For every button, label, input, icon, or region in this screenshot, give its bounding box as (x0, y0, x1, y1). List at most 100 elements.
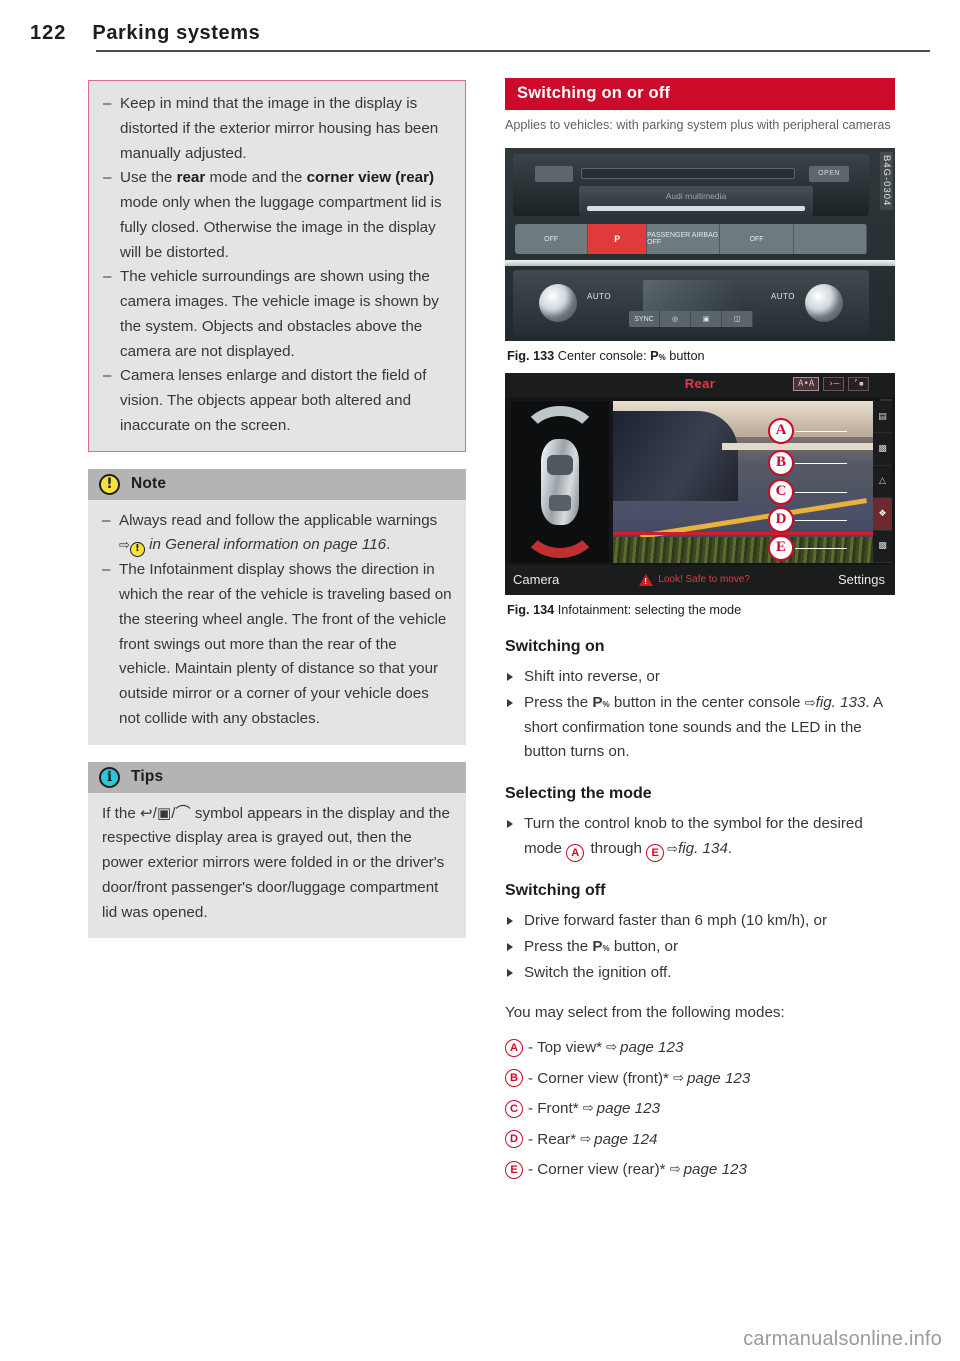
mode-icon-corner-rear[interactable]: ▩ (873, 531, 892, 563)
sync-button: SYNC (629, 311, 660, 328)
note-item-text: Always read and follow the applicable wa… (119, 511, 438, 529)
chrome-trim (505, 260, 895, 267)
step-text-mid: through (586, 839, 647, 857)
step-fig-ref: fig. 134 (678, 839, 728, 857)
center-console-image: OPEN Audi multimedia OFF P PASSENGER AIR… (505, 148, 895, 342)
exclamation-circle-icon: ! (99, 473, 120, 495)
left-temp-knob (539, 284, 577, 323)
screen-bottom-bar: Camera Look! Safe to move? Settings (505, 564, 895, 595)
tips-panel-body: If the ↩/▣/⌒ symbol appears in the displ… (88, 792, 466, 939)
right-column: Switching on or off Applies to vehicles:… (505, 78, 895, 1191)
display-bar (587, 206, 805, 212)
warning-item: – Keep in mind that the image in the dis… (103, 92, 451, 166)
mode-label: - Corner view (front)* (528, 1069, 669, 1087)
warning-item-text-c: mode and the (205, 169, 307, 187)
auto-label-left: AUTO (587, 292, 612, 302)
parking-button-glyph-icon: P% (592, 694, 610, 711)
note-item-period: . (386, 536, 391, 554)
note-panel-body: – Always read and follow the applicable w… (88, 499, 466, 745)
mode-icon-front[interactable]: △ (873, 466, 892, 499)
console-button-row: OFF P PASSENGER AIRBAG OFF OFF (515, 224, 867, 255)
climate-lower-buttons: SYNC ◎ ▣ ◫ (629, 311, 753, 328)
warning-item-text: Keep in mind that the image in the displ… (120, 95, 439, 162)
mirror-door-car-symbols-icon: ↩/▣/⌒ (140, 804, 191, 822)
callout-d: D (768, 506, 794, 533)
callout-line-e (795, 547, 847, 550)
heading-switching-on: Switching on (505, 638, 605, 656)
parking-system-button: P (588, 224, 648, 255)
mode-label: - Corner view (rear)* (528, 1161, 666, 1179)
switching-off-steps: Drive forward faster than 6 mph (10 km/h… (505, 909, 895, 985)
top-view-icon: A•A (793, 376, 820, 391)
reference-arrow-icon: ⇨ (576, 1131, 592, 1147)
tips-panel-title: Tips (131, 768, 164, 786)
seat-heating-button: ▣ (691, 311, 722, 328)
mode-icon-corner-front[interactable]: ▩ (873, 433, 892, 466)
climate-display (643, 280, 739, 313)
callout-line-d (795, 519, 847, 522)
selecting-mode-steps: Turn the control knob to the symbol for … (505, 812, 895, 863)
step-text-post: . (727, 839, 733, 857)
mode-label: - Front* (528, 1100, 579, 1118)
tips-text: If the ↩/▣/⌒ symbol appears in the displ… (102, 802, 452, 926)
passenger-airbag-off-indicator: PASSENGER AIRBAG OFF (647, 224, 721, 255)
mode-page-ref: page 124 (594, 1130, 658, 1148)
figure-133-number: Fig. 133 (507, 349, 555, 364)
step-item: Turn the control knob to the symbol for … (505, 812, 895, 863)
reference-arrow-icon: ⇨ (578, 1101, 594, 1117)
head-unit-display: Audi multimedia (579, 186, 813, 217)
climate-control-panel: AUTO AUTO AC OFF SYNC ◎ ▣ ◫ (513, 270, 869, 336)
callout-b: B (768, 449, 794, 476)
step-fig-ref: fig. 133 (815, 694, 866, 711)
page-number: 122 (30, 22, 67, 44)
head-unit: OPEN Audi multimedia (513, 154, 869, 217)
safety-warning: Look! Safe to move? (559, 573, 830, 586)
vehicle-top-view-icon (541, 438, 579, 525)
mode-page-ref: page 123 (620, 1039, 684, 1057)
front-sensor-arc (520, 405, 600, 440)
mode-icon-rear[interactable]: ❖ (873, 498, 892, 531)
mode-label: - Top view* (528, 1039, 603, 1057)
note-list: – Always read and follow the applicable w… (102, 509, 452, 732)
note-item-italic-ref: in General information on page 116 (149, 536, 387, 554)
mode-row: B - Corner view (front)* ⇨ page 123 (505, 1069, 895, 1088)
figure-133-caption-pre: Center console: (557, 349, 651, 364)
triangle-bullet-icon (507, 917, 513, 926)
heading-selecting-mode: Selecting the mode (505, 784, 652, 802)
eject-button (535, 166, 573, 183)
note-item: – The Infotainment display shows the dir… (102, 558, 452, 731)
triangle-bullet-icon (507, 968, 513, 977)
exclamation-circle-icon-small: ! (129, 541, 145, 557)
camera-button[interactable]: Camera (505, 572, 559, 587)
reference-arrow-icon: ⇨ (119, 538, 130, 554)
mode-row: C - Front* ⇨ page 123 (505, 1099, 895, 1118)
recirculation-button: ◎ (660, 311, 691, 328)
applies-to-text: Applies to vehicles: with parking system… (505, 118, 891, 132)
mode-icon-top-view[interactable]: ▤ (873, 401, 892, 434)
safety-warning-text: Look! Safe to move? (658, 574, 750, 586)
callout-a: A (768, 417, 794, 444)
rear-defrost-button: ◫ (722, 311, 753, 328)
settings-button[interactable]: Settings (830, 572, 895, 587)
callout-line-a (795, 430, 847, 433)
reference-arrow-icon: ⇨ (804, 696, 816, 711)
mode-icon-strip[interactable]: ▤ ▩ △ ❖ ▩ (873, 400, 892, 563)
mode-badge-a: A (505, 1038, 523, 1057)
triangle-bullet-icon (507, 699, 513, 707)
warning-triangle-icon (639, 573, 654, 586)
mode-badge-d: D (505, 1130, 523, 1149)
step-text: Shift into reverse, or (524, 668, 660, 686)
figure-134-caption-text: Infotainment: selecting the mode (557, 602, 742, 617)
mode-label: - Rear* (528, 1130, 577, 1148)
warning-item-text: Camera lenses enlarge and distort the fi… (120, 367, 427, 434)
note-panel-title: Note (131, 475, 167, 493)
mode-row: A - Top view* ⇨ page 123 (505, 1038, 895, 1057)
head-unit-display-text: Audi multimedia (665, 191, 727, 202)
left-column: – Keep in mind that the image in the dis… (88, 80, 466, 939)
page-header: 122 Parking systems (30, 22, 930, 52)
modes-intro: You may select from the following modes: (505, 1004, 785, 1022)
mode-row: E - Corner view (rear)* ⇨ page 123 (505, 1160, 895, 1179)
vehicle-schematic-panel (511, 400, 609, 563)
step-item: Press the P% button in the center consol… (505, 691, 895, 765)
open-button: OPEN (809, 166, 849, 183)
